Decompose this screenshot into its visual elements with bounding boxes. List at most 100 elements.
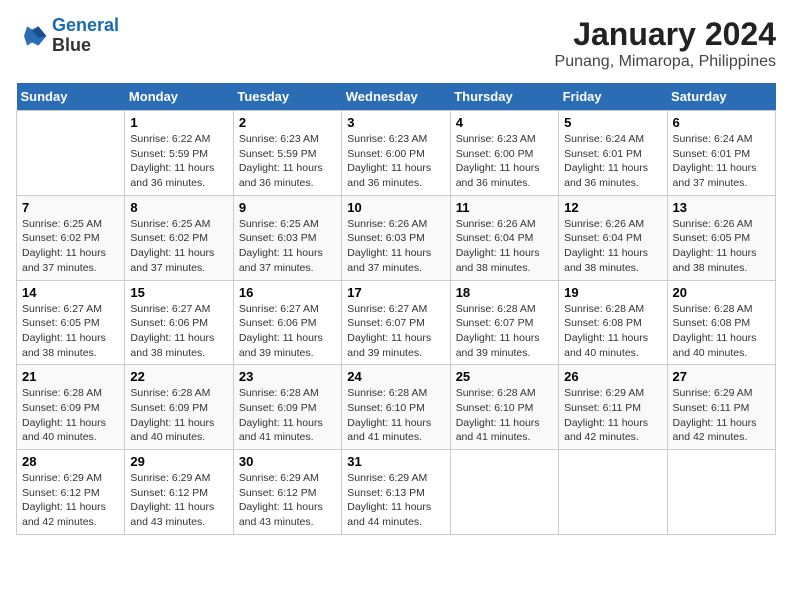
weekday-header-wednesday: Wednesday: [342, 83, 450, 111]
calendar-cell: [17, 111, 125, 196]
day-number: 21: [22, 369, 119, 384]
weekday-header-sunday: Sunday: [17, 83, 125, 111]
day-number: 6: [673, 115, 770, 130]
day-number: 17: [347, 285, 444, 300]
week-row-4: 21 Sunrise: 6:28 AM Sunset: 6:09 PM Dayli…: [17, 365, 776, 450]
calendar-cell: 23 Sunrise: 6:28 AM Sunset: 6:09 PM Dayli…: [233, 365, 341, 450]
day-number: 18: [456, 285, 553, 300]
day-info: Sunrise: 6:28 AM Sunset: 6:08 PM Dayligh…: [673, 302, 770, 361]
day-number: 1: [130, 115, 227, 130]
day-number: 9: [239, 200, 336, 215]
day-info: Sunrise: 6:25 AM Sunset: 6:03 PM Dayligh…: [239, 217, 336, 276]
day-info: Sunrise: 6:29 AM Sunset: 6:12 PM Dayligh…: [130, 471, 227, 530]
weekday-header-monday: Monday: [125, 83, 233, 111]
calendar-cell: 8 Sunrise: 6:25 AM Sunset: 6:02 PM Daylig…: [125, 195, 233, 280]
day-info: Sunrise: 6:28 AM Sunset: 6:08 PM Dayligh…: [564, 302, 661, 361]
calendar-cell: 24 Sunrise: 6:28 AM Sunset: 6:10 PM Dayli…: [342, 365, 450, 450]
day-number: 29: [130, 454, 227, 469]
day-number: 24: [347, 369, 444, 384]
calendar-cell: 2 Sunrise: 6:23 AM Sunset: 5:59 PM Daylig…: [233, 111, 341, 196]
calendar-cell: 26 Sunrise: 6:29 AM Sunset: 6:11 PM Dayli…: [559, 365, 667, 450]
calendar-table: SundayMondayTuesdayWednesdayThursdayFrid…: [16, 83, 776, 535]
day-info: Sunrise: 6:29 AM Sunset: 6:13 PM Dayligh…: [347, 471, 444, 530]
calendar-cell: 6 Sunrise: 6:24 AM Sunset: 6:01 PM Daylig…: [667, 111, 775, 196]
day-number: 2: [239, 115, 336, 130]
calendar-cell: 14 Sunrise: 6:27 AM Sunset: 6:05 PM Dayli…: [17, 280, 125, 365]
week-row-2: 7 Sunrise: 6:25 AM Sunset: 6:02 PM Daylig…: [17, 195, 776, 280]
week-row-1: 1 Sunrise: 6:22 AM Sunset: 5:59 PM Daylig…: [17, 111, 776, 196]
day-number: 12: [564, 200, 661, 215]
calendar-body: 1 Sunrise: 6:22 AM Sunset: 5:59 PM Daylig…: [17, 111, 776, 535]
logo-text: General Blue: [52, 16, 119, 56]
day-info: Sunrise: 6:26 AM Sunset: 6:05 PM Dayligh…: [673, 217, 770, 276]
day-number: 13: [673, 200, 770, 215]
day-number: 5: [564, 115, 661, 130]
day-info: Sunrise: 6:27 AM Sunset: 6:07 PM Dayligh…: [347, 302, 444, 361]
day-number: 25: [456, 369, 553, 384]
day-number: 22: [130, 369, 227, 384]
day-number: 20: [673, 285, 770, 300]
calendar-cell: 4 Sunrise: 6:23 AM Sunset: 6:00 PM Daylig…: [450, 111, 558, 196]
day-number: 14: [22, 285, 119, 300]
calendar-cell: 30Sunrise: 6:29 AM Sunset: 6:12 PM Dayli…: [233, 450, 341, 535]
day-number: 7: [22, 200, 119, 215]
day-info: Sunrise: 6:25 AM Sunset: 6:02 PM Dayligh…: [130, 217, 227, 276]
calendar-cell: 10Sunrise: 6:26 AM Sunset: 6:03 PM Dayli…: [342, 195, 450, 280]
day-info: Sunrise: 6:29 AM Sunset: 6:12 PM Dayligh…: [239, 471, 336, 530]
day-info: Sunrise: 6:29 AM Sunset: 6:11 PM Dayligh…: [564, 386, 661, 445]
calendar-cell: 21 Sunrise: 6:28 AM Sunset: 6:09 PM Dayli…: [17, 365, 125, 450]
day-info: Sunrise: 6:29 AM Sunset: 6:11 PM Dayligh…: [673, 386, 770, 445]
day-info: Sunrise: 6:26 AM Sunset: 6:04 PM Dayligh…: [564, 217, 661, 276]
calendar-cell: [450, 450, 558, 535]
day-info: Sunrise: 6:28 AM Sunset: 6:09 PM Dayligh…: [22, 386, 119, 445]
day-info: Sunrise: 6:23 AM Sunset: 6:00 PM Dayligh…: [456, 132, 553, 191]
day-number: 23: [239, 369, 336, 384]
calendar-cell: [667, 450, 775, 535]
week-row-3: 14 Sunrise: 6:27 AM Sunset: 6:05 PM Dayli…: [17, 280, 776, 365]
day-info: Sunrise: 6:23 AM Sunset: 6:00 PM Dayligh…: [347, 132, 444, 191]
day-number: 3: [347, 115, 444, 130]
calendar-cell: 3 Sunrise: 6:23 AM Sunset: 6:00 PM Daylig…: [342, 111, 450, 196]
calendar-cell: 20 Sunrise: 6:28 AM Sunset: 6:08 PM Dayli…: [667, 280, 775, 365]
weekday-header-thursday: Thursday: [450, 83, 558, 111]
calendar-cell: 25 Sunrise: 6:28 AM Sunset: 6:10 PM Dayli…: [450, 365, 558, 450]
logo: General Blue: [16, 16, 119, 56]
day-info: Sunrise: 6:29 AM Sunset: 6:12 PM Dayligh…: [22, 471, 119, 530]
calendar-cell: 9 Sunrise: 6:25 AM Sunset: 6:03 PM Daylig…: [233, 195, 341, 280]
day-info: Sunrise: 6:28 AM Sunset: 6:10 PM Dayligh…: [347, 386, 444, 445]
day-info: Sunrise: 6:28 AM Sunset: 6:10 PM Dayligh…: [456, 386, 553, 445]
title-block: January 2024 Punang, Mimaropa, Philippin…: [555, 16, 776, 71]
day-info: Sunrise: 6:25 AM Sunset: 6:02 PM Dayligh…: [22, 217, 119, 276]
calendar-cell: 7 Sunrise: 6:25 AM Sunset: 6:02 PM Daylig…: [17, 195, 125, 280]
week-row-5: 28Sunrise: 6:29 AM Sunset: 6:12 PM Dayli…: [17, 450, 776, 535]
calendar-cell: 16 Sunrise: 6:27 AM Sunset: 6:06 PM Dayli…: [233, 280, 341, 365]
day-info: Sunrise: 6:24 AM Sunset: 6:01 PM Dayligh…: [673, 132, 770, 191]
weekday-header-saturday: Saturday: [667, 83, 775, 111]
day-info: Sunrise: 6:27 AM Sunset: 6:06 PM Dayligh…: [130, 302, 227, 361]
day-info: Sunrise: 6:27 AM Sunset: 6:05 PM Dayligh…: [22, 302, 119, 361]
calendar-cell: 11 Sunrise: 6:26 AM Sunset: 6:04 PM Dayli…: [450, 195, 558, 280]
calendar-header: SundayMondayTuesdayWednesdayThursdayFrid…: [17, 83, 776, 111]
calendar-cell: 12 Sunrise: 6:26 AM Sunset: 6:04 PM Dayli…: [559, 195, 667, 280]
calendar-cell: 19 Sunrise: 6:28 AM Sunset: 6:08 PM Dayli…: [559, 280, 667, 365]
calendar-cell: 22Sunrise: 6:28 AM Sunset: 6:09 PM Dayli…: [125, 365, 233, 450]
day-number: 11: [456, 200, 553, 215]
day-info: Sunrise: 6:26 AM Sunset: 6:04 PM Dayligh…: [456, 217, 553, 276]
day-number: 8: [130, 200, 227, 215]
calendar-cell: 27 Sunrise: 6:29 AM Sunset: 6:11 PM Dayli…: [667, 365, 775, 450]
day-number: 19: [564, 285, 661, 300]
calendar-cell: 17 Sunrise: 6:27 AM Sunset: 6:07 PM Dayli…: [342, 280, 450, 365]
day-info: Sunrise: 6:23 AM Sunset: 5:59 PM Dayligh…: [239, 132, 336, 191]
day-info: Sunrise: 6:28 AM Sunset: 6:09 PM Dayligh…: [239, 386, 336, 445]
day-number: 27: [673, 369, 770, 384]
calendar-cell: 15 Sunrise: 6:27 AM Sunset: 6:06 PM Dayli…: [125, 280, 233, 365]
day-number: 4: [456, 115, 553, 130]
day-number: 16: [239, 285, 336, 300]
calendar-cell: 18Sunrise: 6:28 AM Sunset: 6:07 PM Dayli…: [450, 280, 558, 365]
day-info: Sunrise: 6:22 AM Sunset: 5:59 PM Dayligh…: [130, 132, 227, 191]
day-number: 31: [347, 454, 444, 469]
day-info: Sunrise: 6:27 AM Sunset: 6:06 PM Dayligh…: [239, 302, 336, 361]
day-number: 15: [130, 285, 227, 300]
day-info: Sunrise: 6:26 AM Sunset: 6:03 PM Dayligh…: [347, 217, 444, 276]
day-number: 26: [564, 369, 661, 384]
